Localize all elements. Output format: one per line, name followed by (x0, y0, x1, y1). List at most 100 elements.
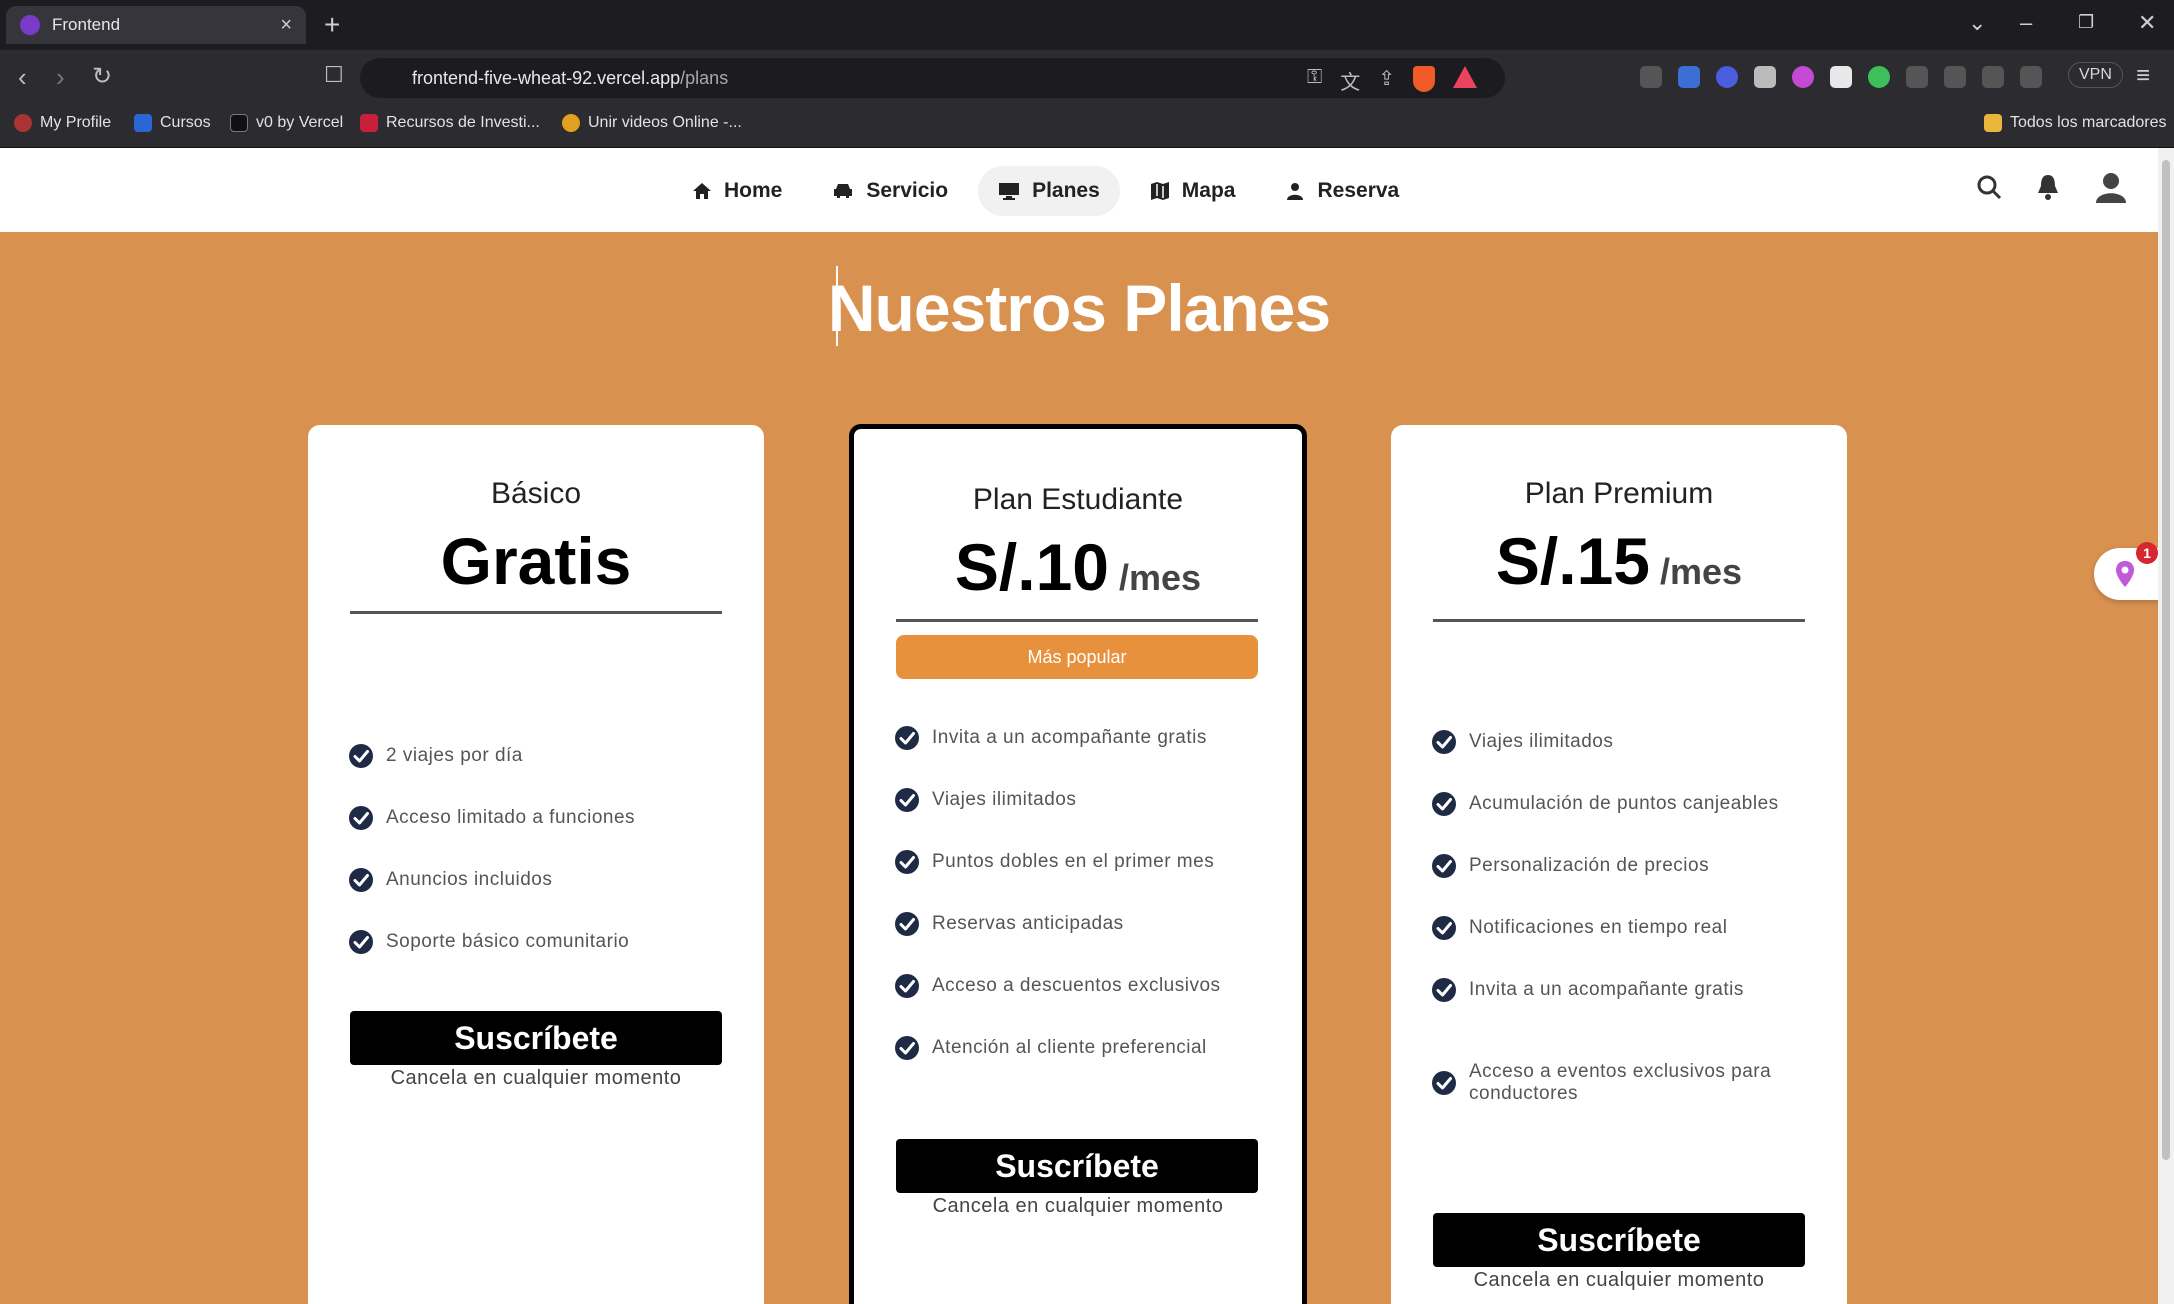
plan-card-basico: Básico Gratis 2 viajes por día Acceso lim… (308, 425, 764, 1304)
brave-shields-icon[interactable] (1413, 66, 1435, 92)
sidebar-icon[interactable] (1944, 66, 1966, 88)
notification-count-badge: 1 (2136, 542, 2158, 564)
nav-item-label: Home (724, 179, 783, 202)
extension-discord-icon[interactable] (1716, 66, 1738, 88)
feature-item: Viajes ilimitados (1431, 711, 1821, 773)
nav-item-reserva[interactable]: Reserva (1265, 166, 1419, 216)
feature-text: Acceso a eventos exclusivos para conduct… (1469, 1061, 1772, 1104)
extension-location-icon[interactable] (1792, 66, 1814, 88)
new-tab-icon[interactable]: + (324, 9, 340, 41)
nav-item-mapa[interactable]: Mapa (1130, 166, 1256, 216)
plan-name: Plan Premium (1524, 477, 1714, 510)
close-window-icon[interactable]: ✕ (2138, 10, 2156, 36)
bookmarks-bar: My Profile Cursos v0 by Vercel Recursos … (0, 106, 2174, 148)
address-bar[interactable]: frontend-five-wheat-92.vercel.app/plans … (360, 58, 1505, 98)
folder-icon (1984, 114, 2002, 132)
feature-text: Reservas anticipadas (932, 913, 1124, 934)
bookmark-item[interactable]: Cursos (134, 114, 211, 132)
bookmark-page-icon[interactable]: ☐ (324, 62, 344, 88)
feature-item: Acceso a eventos exclusivos para conduct… (1431, 1021, 1821, 1145)
feature-text: Viajes ilimitados (932, 789, 1077, 810)
bookmark-item[interactable]: Unir videos Online -... (562, 114, 742, 132)
extension-green-icon[interactable] (1868, 66, 1890, 88)
feature-text: Invita a un acompañante gratis (1469, 979, 1744, 1000)
leo-ai-icon[interactable] (2020, 66, 2042, 88)
bookmark-favicon-icon (230, 114, 248, 132)
nav-item-home[interactable]: Home (672, 166, 802, 216)
plan-name: Plan Estudiante (972, 483, 1184, 516)
password-key-icon[interactable]: ⚿ (1307, 66, 1322, 95)
extensions-puzzle-icon[interactable] (1906, 66, 1928, 88)
location-pin-icon (2116, 561, 2134, 587)
check-circle-icon (1432, 854, 1456, 878)
plan-price: S/.15/mes (1495, 524, 1743, 598)
brave-rewards-icon[interactable] (1453, 66, 1477, 88)
bookmark-item[interactable]: v0 by Vercel (230, 114, 343, 132)
feature-item: Acceso limitado a funciones (348, 787, 738, 849)
translate-icon[interactable]: 文 (1340, 66, 1360, 95)
wallet-icon[interactable] (1982, 66, 2004, 88)
floating-location-widget[interactable]: 1 (2094, 542, 2158, 600)
feature-item: Invita a un acompañante gratis (894, 707, 1284, 769)
search-icon[interactable] (1976, 174, 2002, 200)
feature-item: Invita a un acompañante gratis (1431, 959, 1821, 1021)
plan-card-estudiante: Plan Estudiante S/.10/mes Más popular In… (849, 424, 1307, 1304)
subscribe-button[interactable]: Suscríbete (896, 1139, 1258, 1193)
bookmarks-folder[interactable]: Todos los marcadores (1984, 114, 2167, 132)
nav-item-label: Servicio (866, 179, 949, 202)
extension-translate-icon[interactable] (1678, 66, 1700, 88)
check-circle-icon (349, 868, 373, 892)
nav-item-planes[interactable]: Planes (978, 166, 1120, 216)
bookmark-item[interactable]: Recursos de Investi... (360, 114, 540, 132)
vpn-button[interactable]: VPN (2068, 62, 2123, 88)
bookmark-item[interactable]: My Profile (14, 114, 111, 132)
tab-close-icon[interactable]: × (280, 14, 292, 37)
site-navbar: Home Servicio Planes Mapa Reserva (0, 148, 2158, 232)
check-circle-icon (349, 744, 373, 768)
monitor-icon (999, 183, 1020, 200)
subscribe-button[interactable]: Suscríbete (350, 1011, 722, 1065)
browser-menu-icon[interactable]: ≡ (2136, 62, 2150, 90)
nav-item-label: Planes (1032, 179, 1100, 202)
bell-icon[interactable] (2036, 173, 2060, 201)
feature-item: Notificaciones en tiempo real (1431, 897, 1821, 959)
restore-icon[interactable]: ❐ (2078, 12, 2094, 33)
cancel-note: Cancela en cualquier momento (390, 1067, 682, 1089)
extension-vue-icon[interactable] (1754, 66, 1776, 88)
url-path: /plans (680, 67, 729, 88)
nav-item-label: Mapa (1181, 179, 1236, 202)
check-circle-icon (1432, 1071, 1456, 1095)
extension-reader-icon[interactable] (1640, 66, 1662, 88)
scrollbar-thumb[interactable] (2162, 160, 2170, 1160)
feature-item: Viajes ilimitados (894, 769, 1284, 831)
check-circle-icon (895, 788, 919, 812)
check-circle-icon (1432, 916, 1456, 940)
minimize-icon[interactable]: – (2020, 10, 2032, 36)
check-circle-icon (895, 912, 919, 936)
feature-item: Acumulación de puntos canjeables (1431, 773, 1821, 835)
extension-s-icon[interactable] (1830, 66, 1852, 88)
feature-text: Soporte básico comunitario (386, 931, 630, 952)
feature-text: Personalización de precios (1469, 855, 1710, 876)
feature-item: 2 viajes por día (348, 725, 738, 787)
subscribe-button[interactable]: Suscríbete (1433, 1213, 1805, 1267)
nav-item-servicio[interactable]: Servicio (812, 166, 968, 216)
check-circle-icon (895, 850, 919, 874)
divider (1433, 619, 1805, 622)
plan-name: Básico (490, 477, 582, 510)
browser-toolbar: ‹ › ↻ ☐ frontend-five-wheat-92.vercel.ap… (0, 50, 2174, 106)
share-icon[interactable]: ⇪ (1378, 66, 1395, 95)
tab-search-chevron-icon[interactable]: ⌄ (1968, 10, 1986, 36)
divider (350, 611, 722, 614)
browser-tab[interactable]: Frontend × (6, 6, 306, 44)
check-circle-icon (349, 930, 373, 954)
nav-item-label: Reserva (1317, 179, 1400, 202)
reload-icon[interactable]: ↻ (92, 62, 112, 91)
feature-text: Invita a un acompañante gratis (932, 727, 1207, 748)
profile-avatar-icon[interactable] (2094, 170, 2128, 204)
url-host: frontend-five-wheat-92.vercel.app (412, 67, 681, 88)
plan-card-premium: Plan Premium S/.15/mes Viajes ilimitados… (1391, 425, 1847, 1304)
back-icon[interactable]: ‹ (18, 62, 27, 93)
forward-icon[interactable]: › (56, 62, 65, 93)
map-icon (1150, 182, 1169, 200)
